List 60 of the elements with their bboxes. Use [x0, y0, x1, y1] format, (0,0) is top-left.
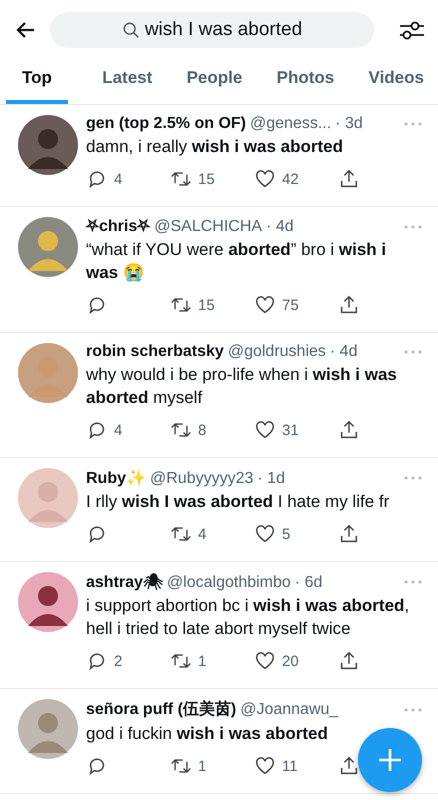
tab[interactable]: Latest [102, 64, 152, 104]
user-name[interactable]: gen (top 2.5% on OF) [86, 115, 246, 133]
plus-icon [377, 747, 403, 773]
post-time: · 1d [257, 470, 285, 488]
tweet-text: god i fuckin wish i was aborted [86, 723, 329, 745]
user-name[interactable]: robin scherbatsky [86, 343, 224, 361]
search-icon [122, 21, 140, 39]
retweet-count: 1 [198, 758, 206, 774]
share-icon[interactable] [338, 419, 360, 441]
tweet-text: why would i be pro-life when i wish i was aborted myself [86, 364, 398, 409]
like-count: 75 [282, 296, 299, 314]
like-count: 11 [282, 758, 298, 774]
post-time: · 4d [266, 218, 294, 236]
like-count: 20 [282, 652, 299, 670]
user-name[interactable]: ⛧chris⛧ [86, 217, 150, 236]
heart-icon[interactable] [254, 419, 276, 441]
retweet-count: 15 [198, 296, 215, 314]
share-icon[interactable] [338, 755, 360, 777]
retweet-count: 8 [198, 422, 206, 438]
like-count: 5 [282, 526, 290, 542]
share-icon[interactable] [338, 650, 360, 672]
tweet-text: i support abortion bc i wish i was aborted, hell i tried to late abort myself twice [86, 595, 410, 640]
avatar[interactable] [18, 115, 78, 175]
user-name[interactable]: señora puff (伍美茵) [86, 699, 236, 720]
retweet-count: 15 [198, 170, 215, 188]
user-handle: @geness... [250, 115, 332, 133]
tweet-text: damn, i really wish i was aborted [86, 136, 344, 158]
avatar[interactable] [18, 572, 78, 632]
like-count: 31 [282, 422, 299, 438]
user-name[interactable]: ashtray🕷 [86, 572, 163, 592]
user-handle: @Joannawu_ [240, 701, 338, 719]
share-icon[interactable] [338, 168, 360, 190]
heart-icon[interactable] [254, 755, 276, 777]
user-name[interactable]: Ruby✨ [86, 468, 146, 488]
user-handle: @SALCHICHA [154, 218, 262, 236]
like-count: 42 [282, 170, 299, 188]
retweet-count: 4 [198, 526, 206, 542]
tab[interactable]: Videos [368, 64, 424, 104]
tweet-text: I rlly wish I was aborted I hate my life fr [86, 491, 390, 513]
heart-icon[interactable] [254, 294, 276, 316]
search-field[interactable]: wish I was aborted [50, 12, 374, 48]
tab[interactable]: People [186, 64, 242, 104]
user-handle: @Rubyyyyy23 [150, 470, 254, 488]
user-handle: @goldrushies [228, 343, 326, 361]
post-time: · 4d [330, 343, 358, 361]
post-time: · 3d [335, 115, 363, 133]
tweet-text: “what if YOU were aborted” bro i wish i was 😭 [86, 239, 388, 284]
heart-icon[interactable] [254, 650, 276, 672]
reply-count: 2 [114, 652, 122, 670]
share-icon[interactable] [338, 523, 360, 545]
post-time: · 6d [294, 574, 322, 592]
user-handle: @localgothbimbo [166, 574, 291, 592]
heart-icon[interactable] [254, 168, 276, 190]
reply-count: 4 [114, 170, 122, 188]
share-icon[interactable] [338, 294, 360, 316]
heart-icon[interactable] [254, 523, 276, 545]
tab[interactable]: Top [6, 64, 68, 104]
reply-count: 4 [114, 422, 122, 438]
tab[interactable]: Photos [276, 64, 334, 104]
retweet-count: 1 [198, 652, 206, 670]
